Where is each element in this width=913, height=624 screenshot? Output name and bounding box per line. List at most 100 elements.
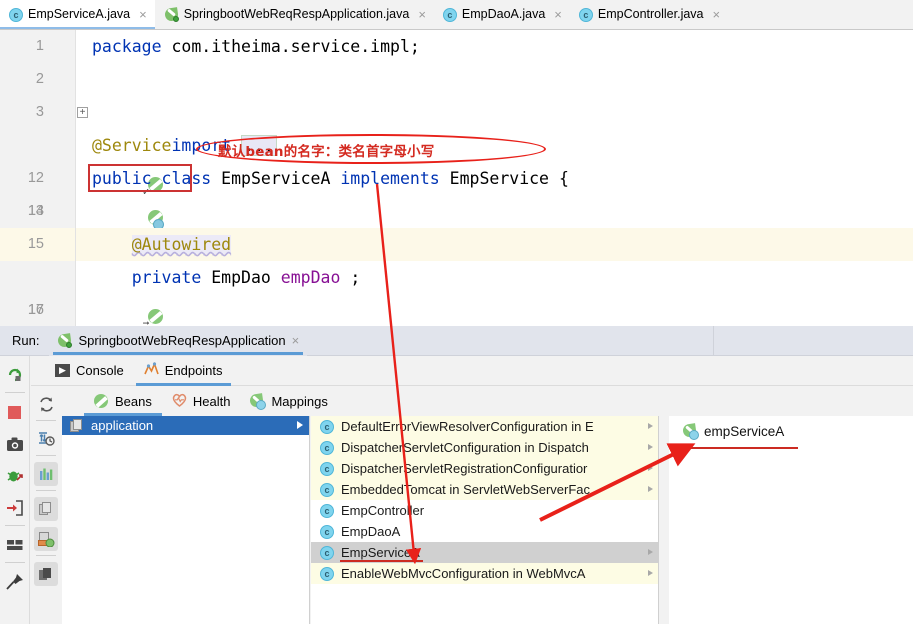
beans-tree-pane[interactable]: application	[62, 416, 310, 624]
rerun-icon[interactable]	[2, 362, 28, 388]
line-number: 2	[35, 71, 44, 87]
bean-label: EmpController	[341, 503, 425, 518]
gutter-line: 14	[0, 195, 75, 228]
editor-tab-springbootwebreqrespapplication[interactable]: SpringbootWebReqRespApplication.java ×	[155, 0, 434, 29]
open-brace: {	[558, 169, 569, 188]
class-icon: c	[320, 440, 334, 455]
subtab-mappings[interactable]: Mappings	[240, 387, 337, 416]
interface-name: EmpService	[449, 169, 549, 188]
bean-detail-label: empServiceA	[704, 423, 785, 439]
code-text-area[interactable]: package com.itheima.service.impl; + impor…	[76, 30, 913, 326]
spring-boot-icon	[163, 7, 179, 22]
editor-tab-empdaoa[interactable]: c EmpDaoA.java ×	[434, 0, 570, 29]
editor-tab-label: EmpServiceA.java	[28, 7, 131, 22]
bar-chart-icon[interactable]	[34, 462, 58, 486]
layers-icon[interactable]	[34, 562, 58, 586]
close-icon[interactable]: ×	[713, 8, 721, 21]
subtab-health[interactable]: Health	[162, 387, 241, 416]
bean-autowired-icon[interactable]: ➞	[49, 269, 164, 329]
gutter-line: 13	[0, 162, 165, 230]
line-number: 17	[27, 302, 44, 318]
gutter-line: 1	[0, 30, 75, 63]
code-line-16: private EmpDao empDao ;	[76, 261, 913, 294]
run-tabs: ▶ Console Endpoints	[31, 356, 913, 386]
class-icon: c	[320, 503, 334, 518]
screenshot-icon[interactable]	[2, 431, 28, 457]
class-icon: c	[442, 7, 457, 22]
toolbar-divider	[36, 455, 56, 456]
package-name: com.itheima.service.impl;	[161, 37, 420, 56]
bean-label: DefaultErrorViewResolverConfiguration in…	[341, 419, 594, 434]
fold-toggle-icon[interactable]: +	[77, 107, 88, 118]
list-item[interactable]: c EmpController	[311, 500, 658, 521]
endpoints-side-toolbar[interactable]	[31, 386, 61, 624]
chevron-right-icon[interactable]	[648, 465, 653, 471]
field-name: empDao	[280, 268, 341, 287]
editor-tab-empservicea[interactable]: c EmpServiceA.java ×	[0, 0, 155, 29]
editor-gutter[interactable]: 1 2 3 12 ✓ 13 14 15 16 ➞ 17	[0, 30, 165, 329]
class-icon: c	[9, 7, 23, 22]
tree-node-application[interactable]: application	[62, 416, 309, 435]
subtab-beans[interactable]: Beans	[84, 387, 162, 416]
list-item-empservicea[interactable]: c EmpServiceA	[311, 542, 658, 563]
chevron-right-icon[interactable]	[648, 549, 653, 555]
run-configuration-tab[interactable]: SpringbootWebReqRespApplication ×	[49, 325, 308, 356]
beans-list-pane[interactable]: c DefaultErrorViewResolverConfiguration …	[311, 416, 659, 624]
chevron-right-icon[interactable]	[648, 486, 653, 492]
close-icon[interactable]: ×	[139, 8, 147, 21]
bean-detail-pane[interactable]: empServiceA	[669, 416, 913, 624]
code-line-3: + import ...	[76, 96, 913, 156]
code-line-15: @Autowired	[76, 228, 913, 261]
close-icon[interactable]: ×	[292, 333, 300, 348]
subtab-label: Beans	[115, 394, 152, 409]
debug-attach-icon[interactable]	[2, 463, 28, 489]
stop-icon[interactable]	[2, 399, 28, 425]
code-line-13: public class EmpServiceA implements EmpS…	[76, 162, 913, 195]
beans-icon	[94, 394, 109, 409]
toolbar-divider	[36, 555, 56, 556]
field-type: EmpDao	[211, 268, 271, 287]
list-item[interactable]: c DispatcherServletConfiguration in Disp…	[311, 437, 658, 458]
layout-icon[interactable]	[2, 532, 28, 558]
list-item[interactable]: c EnableWebMvcConfiguration in WebMvcA	[311, 563, 658, 584]
list-item[interactable]: c EmbeddedTomcat in ServletWebServerFac	[311, 479, 658, 500]
list-item[interactable]: c EmpDaoA	[311, 521, 658, 542]
bean-implementation-icon[interactable]	[49, 170, 165, 230]
tab-console[interactable]: ▶ Console	[45, 356, 134, 386]
chevron-right-icon[interactable]	[648, 423, 653, 429]
export-icon[interactable]	[2, 495, 28, 521]
diagram-icon[interactable]	[34, 527, 58, 551]
run-configuration-label: SpringbootWebReqRespApplication	[78, 333, 286, 348]
gutter-line: 16 ➞	[0, 261, 164, 329]
bean-label: EmbeddedTomcat in ServletWebServerFac	[341, 482, 591, 497]
list-item[interactable]: c DefaultErrorViewResolverConfiguration …	[311, 416, 658, 437]
bean-detail-row[interactable]: empServiceA	[669, 416, 913, 449]
keyword-package: package	[92, 37, 162, 56]
gutter-line: 2	[0, 63, 75, 96]
close-icon[interactable]: ×	[418, 8, 426, 21]
gutter-line: 3	[0, 96, 75, 129]
live-reload-icon[interactable]	[34, 427, 58, 451]
bean-check-icon[interactable]: ✓	[49, 137, 164, 197]
pane-splitter[interactable]	[659, 416, 669, 624]
chevron-right-icon[interactable]	[648, 444, 653, 450]
pin-icon[interactable]	[2, 569, 28, 595]
close-icon[interactable]: ×	[554, 8, 562, 21]
gutter-line: 15	[0, 228, 75, 261]
tab-endpoints[interactable]: Endpoints	[134, 356, 233, 386]
copy-beans-icon[interactable]	[34, 497, 58, 521]
class-icon: c	[320, 482, 334, 497]
run-left-toolbar[interactable]	[0, 356, 30, 624]
chevron-right-icon[interactable]	[648, 570, 653, 576]
chevron-right-icon[interactable]	[297, 421, 303, 429]
code-line-1: package com.itheima.service.impl;	[76, 30, 913, 63]
code-editor[interactable]: 1 2 3 12 ✓ 13 14 15 16 ➞ 17 package com.…	[0, 30, 913, 329]
endpoints-icon	[143, 361, 159, 379]
refresh-icon[interactable]	[34, 392, 58, 416]
list-item[interactable]: c DispatcherServletRegistrationConfigura…	[311, 458, 658, 479]
editor-tab-empcontroller[interactable]: c EmpController.java ×	[570, 0, 728, 29]
class-icon: c	[320, 419, 334, 434]
run-label: Run:	[12, 333, 40, 348]
